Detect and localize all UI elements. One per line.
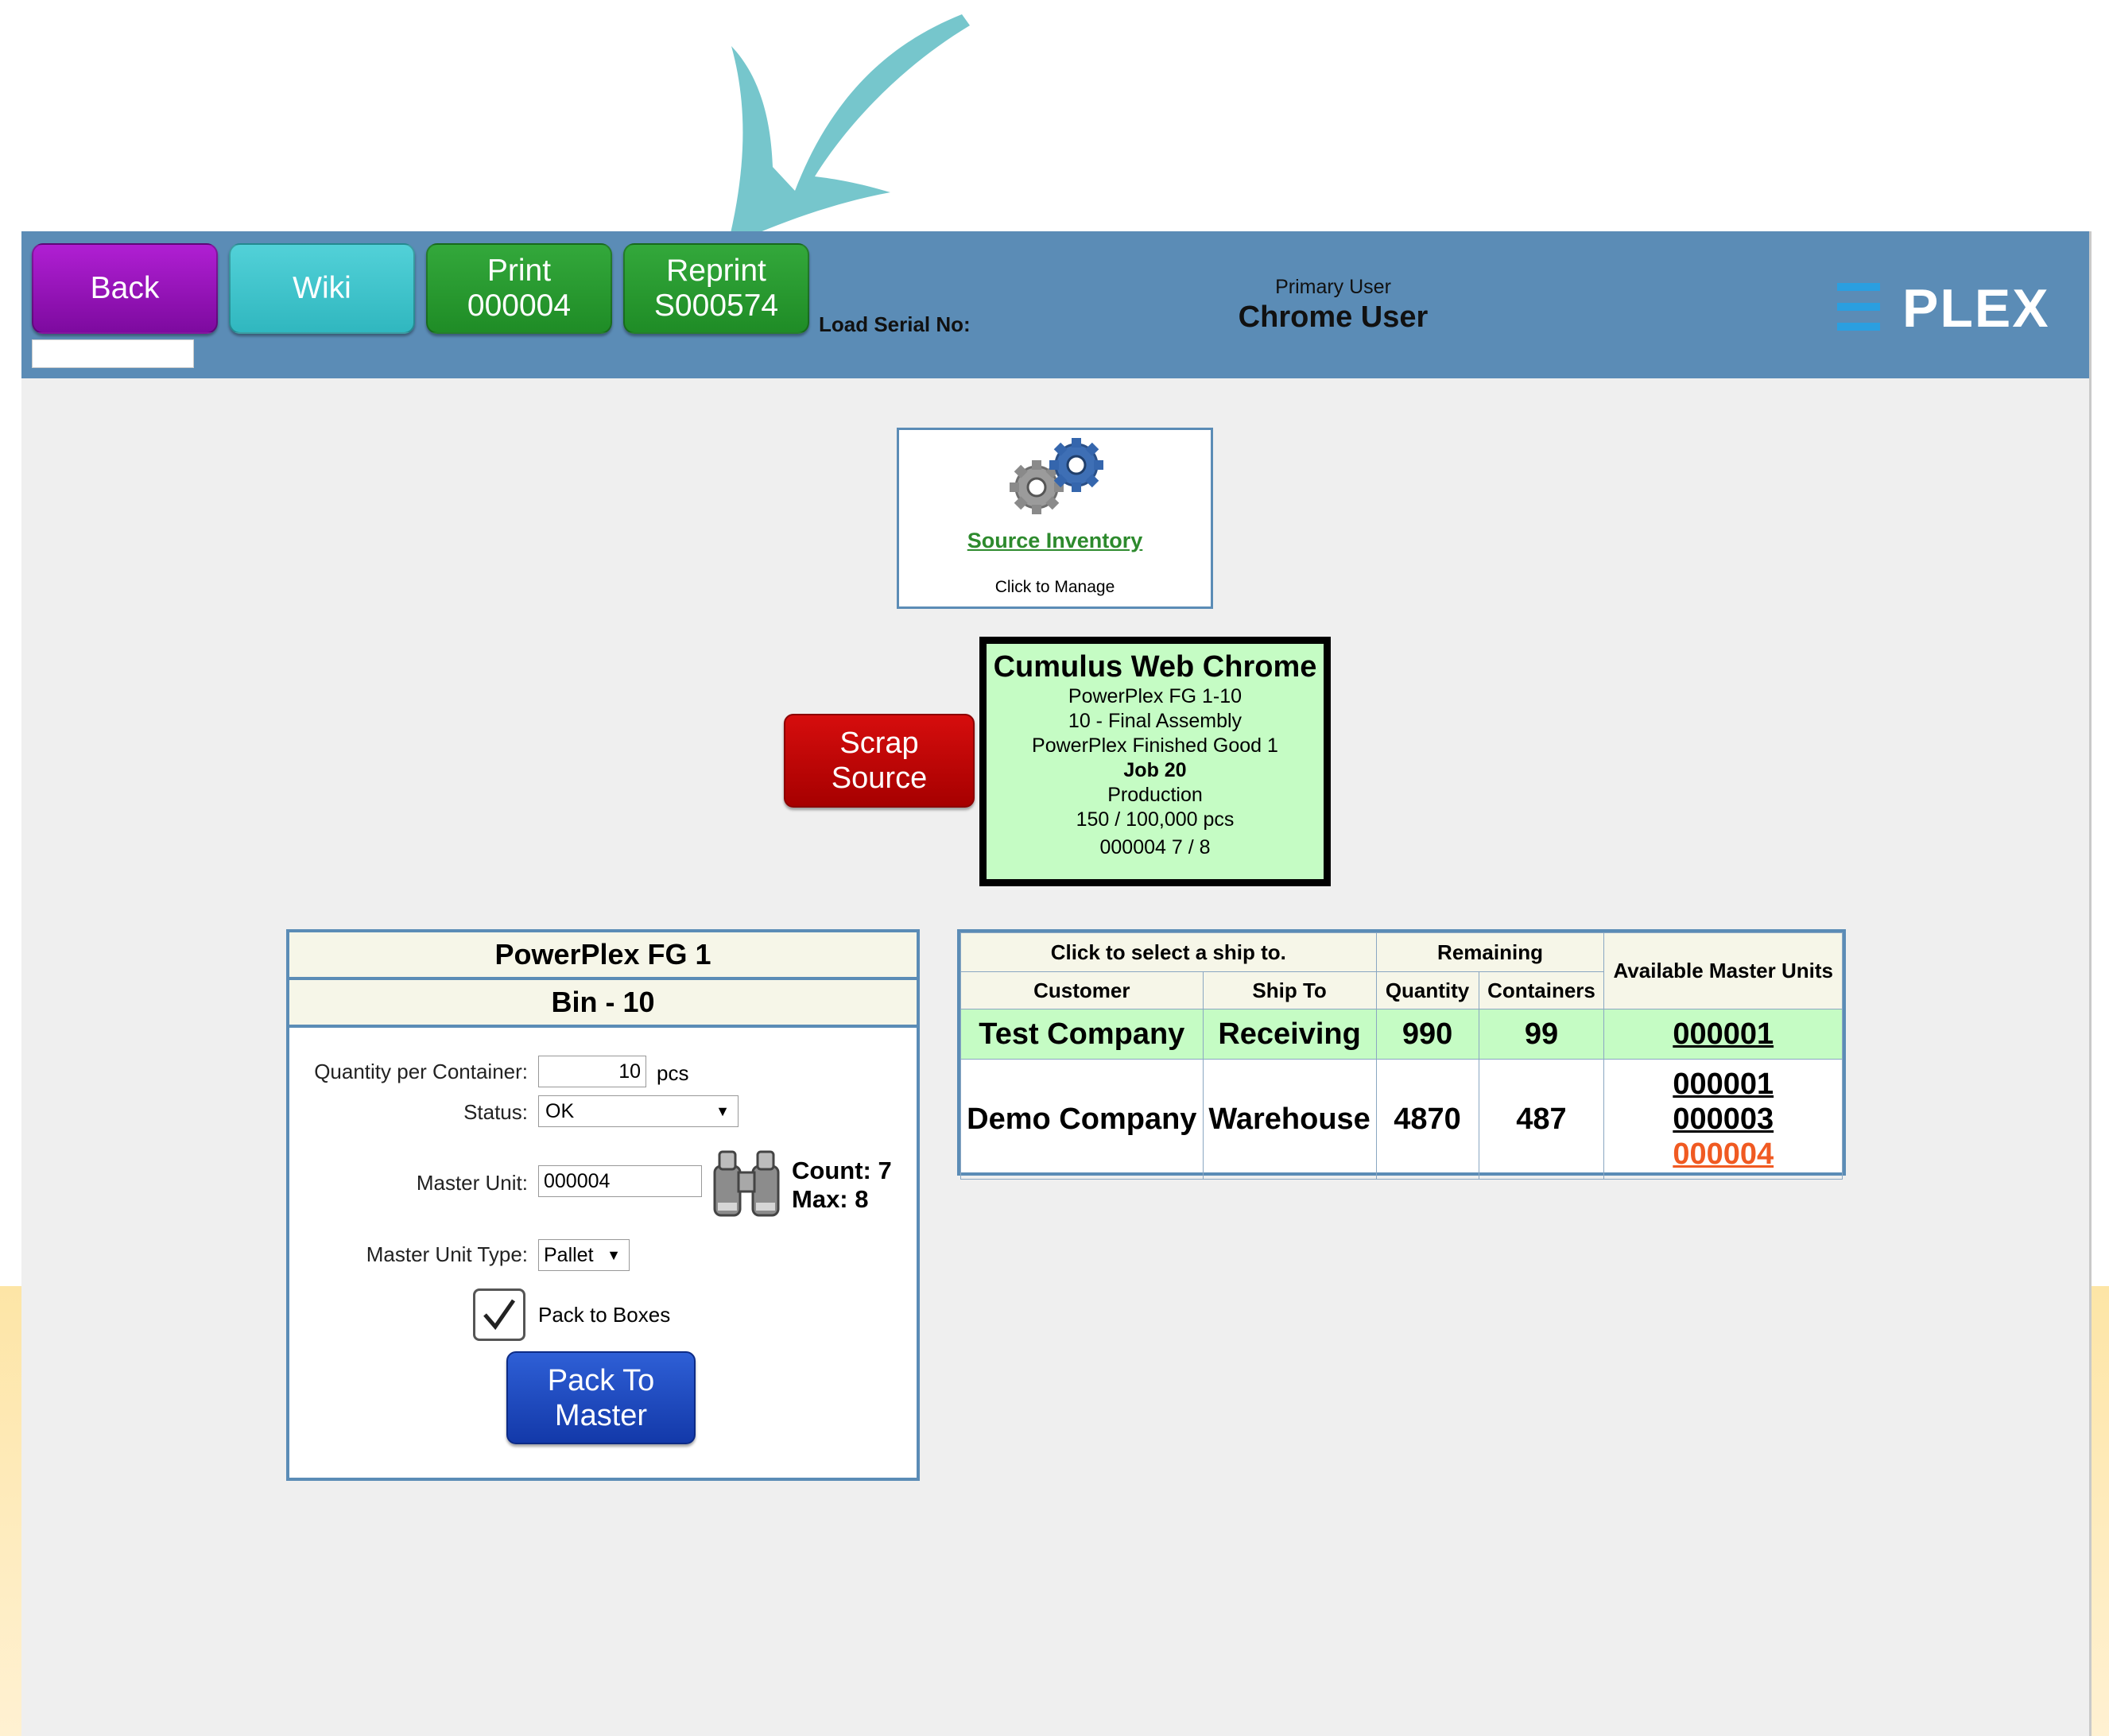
pack-to-boxes-checkbox[interactable] <box>473 1288 525 1341</box>
containers-header: Containers <box>1478 971 1605 1009</box>
job-card[interactable]: Cumulus Web Chrome PowerPlex FG 1-10 10 … <box>979 637 1331 886</box>
wiki-button-label: Wiki <box>293 271 351 305</box>
print-button[interactable]: Print 000004 <box>426 243 612 334</box>
pack-line1: Pack To <box>547 1363 655 1397</box>
count-value: Count: 7 <box>792 1157 892 1184</box>
back-button[interactable]: Back <box>32 243 218 334</box>
customer-header: Customer <box>960 971 1204 1009</box>
master-unit-link[interactable]: 000001 <box>1604 1067 1842 1102</box>
master-unit-link-active[interactable]: 000004 <box>1604 1137 1842 1172</box>
status-value: OK <box>545 1100 575 1122</box>
master-unit-link[interactable]: 000003 <box>1604 1102 1842 1137</box>
source-inventory-link[interactable]: Source Inventory <box>899 529 1211 553</box>
job-quantity: 150 / 100,000 pcs <box>1076 808 1235 831</box>
select-ship-to-header: Click to select a ship to. <box>960 932 1377 972</box>
user-info: Primary User Chrome User <box>1134 276 1532 335</box>
master-unit-link[interactable]: 000001 <box>1604 1017 1842 1052</box>
job-container: 000004 7 / 8 <box>1099 836 1211 858</box>
plex-logo-icon[interactable]: PLEX <box>1834 279 2080 335</box>
part-title: PowerPlex FG 1 <box>289 932 917 980</box>
ship-to-header: Ship To <box>1202 971 1377 1009</box>
master-unit-type-label: Master Unit Type: <box>366 1242 528 1266</box>
app-window: Back Wiki Print 000004 Reprint S000574 L… <box>21 231 2092 1736</box>
master-unit-type-select[interactable]: Pallet ▼ <box>538 1239 630 1271</box>
job-number: Job 20 <box>1123 759 1187 781</box>
qty-unit: pcs <box>657 1061 689 1085</box>
qty-per-container-input[interactable]: 10 <box>538 1056 646 1087</box>
pack-to-boxes-label: Pack to Boxes <box>538 1303 671 1327</box>
bin-title: Bin - 10 <box>289 980 917 1028</box>
job-operation: 10 - Final Assembly <box>1068 710 1243 732</box>
background-stripe-right <box>2089 1286 2109 1736</box>
load-serial-label: Load Serial No: <box>819 312 971 336</box>
reprint-button[interactable]: Reprint S000574 <box>623 243 809 334</box>
wiki-button[interactable]: Wiki <box>229 243 415 334</box>
ship-to-cell[interactable]: Warehouse <box>1202 1059 1377 1180</box>
print-button-label: Print <box>487 254 552 288</box>
master-unit-label: Master Unit: <box>416 1171 528 1195</box>
master-unit-input[interactable]: 000004 <box>538 1165 702 1197</box>
ship-to-table: Click to select a ship to. Remaining Ava… <box>957 929 1846 1180</box>
quantity-cell[interactable]: 4870 <box>1375 1059 1479 1180</box>
binoculars-icon[interactable] <box>710 1147 783 1220</box>
print-button-serial: 000004 <box>467 289 572 323</box>
customer-cell[interactable]: Test Company <box>960 1009 1204 1060</box>
max-value: Max: 8 <box>792 1185 869 1213</box>
gears-icon <box>1010 438 1103 514</box>
quantity-cell[interactable]: 990 <box>1375 1009 1479 1060</box>
chevron-down-icon: ▼ <box>715 1103 730 1119</box>
part-panel: PowerPlex FG 1 Bin - 10 Quantity per Con… <box>286 929 920 1481</box>
back-button-label: Back <box>90 271 160 305</box>
source-inventory-hint: Click to Manage <box>994 578 1115 596</box>
logo-text: PLEX <box>1902 279 2050 335</box>
status-select[interactable]: OK ▼ <box>538 1095 739 1127</box>
background-stripe-left <box>0 1286 24 1736</box>
master-unit-count: Count: 7 Max: 8 <box>792 1157 892 1214</box>
remaining-header: Remaining <box>1375 932 1605 972</box>
table-row[interactable]: Test Company Receiving 990 99 000001 <box>960 1009 1843 1060</box>
master-units-cell: 000001 000003 000004 <box>1603 1059 1843 1180</box>
ship-to-cell[interactable]: Receiving <box>1202 1009 1377 1060</box>
user-name: Chrome User <box>1238 300 1429 334</box>
job-part: PowerPlex FG 1-10 <box>1068 685 1243 707</box>
source-inventory-card[interactable]: Source Inventory Click to Manage <box>897 428 1213 609</box>
job-workcenter: Cumulus Web Chrome <box>993 650 1317 684</box>
header-bar: Back Wiki Print 000004 Reprint S000574 L… <box>21 231 2089 378</box>
customer-cell[interactable]: Demo Company <box>960 1059 1204 1180</box>
chevron-down-icon: ▼ <box>607 1247 621 1263</box>
reprint-button-label: Reprint <box>666 254 766 288</box>
load-serial-input[interactable] <box>32 339 194 368</box>
scrap-line1: Scrap <box>839 727 919 760</box>
annotation-arrow-icon <box>727 14 970 246</box>
master-unit-type-value: Pallet <box>544 1244 594 1266</box>
containers-cell[interactable]: 99 <box>1478 1009 1605 1060</box>
master-units-cell: 000001 <box>1603 1009 1843 1060</box>
quantity-header: Quantity <box>1375 971 1479 1009</box>
containers-cell[interactable]: 487 <box>1478 1059 1605 1180</box>
checkmark-icon <box>483 1299 516 1331</box>
job-type: Production <box>1107 784 1203 806</box>
table-row[interactable]: Demo Company Warehouse 4870 487 000001 0… <box>960 1059 1843 1180</box>
pack-line2: Master <box>554 1398 648 1432</box>
pack-to-master-button[interactable]: Pack To Master <box>506 1351 696 1444</box>
scrap-source-button[interactable]: Scrap Source <box>784 714 975 808</box>
qty-per-container-label: Quantity per Container: <box>314 1060 528 1083</box>
user-role: Primary User <box>1275 276 1391 298</box>
scrap-line2: Source <box>831 761 928 795</box>
reprint-button-serial: S000574 <box>653 289 779 323</box>
available-master-units-header: Available Master Units <box>1603 932 1843 1009</box>
status-label: Status: <box>463 1100 528 1124</box>
job-description: PowerPlex Finished Good 1 <box>1032 734 1278 757</box>
